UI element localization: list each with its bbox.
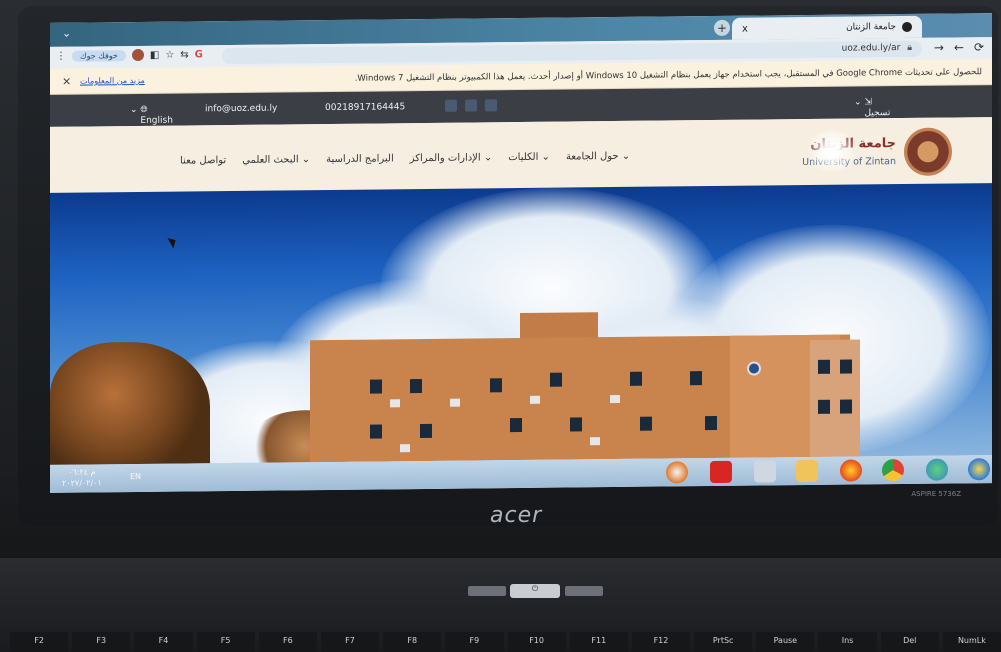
laptop-screen: ⌄ + جامعة الزنتان x ⋮ خوفك جوك ◧ ☆ ⇆ G u… bbox=[50, 13, 992, 493]
new-tab-button[interactable]: + bbox=[714, 19, 730, 36]
avatar[interactable] bbox=[131, 48, 144, 62]
social-icons bbox=[445, 99, 497, 112]
laptop-model: ASPIRE 5736Z bbox=[911, 490, 961, 498]
site-nav: جامعة الزنتان University of Zintan حول ا… bbox=[50, 117, 992, 193]
forward-button[interactable]: → bbox=[934, 41, 944, 55]
hero-image bbox=[50, 183, 992, 465]
ie-icon[interactable] bbox=[926, 458, 948, 481]
key-f10[interactable]: F10 bbox=[507, 632, 566, 652]
star-icon[interactable]: ☆ bbox=[165, 49, 174, 60]
translate-icon[interactable]: ⇆ bbox=[180, 49, 188, 60]
key-f4[interactable]: F4 bbox=[134, 632, 193, 652]
infobar-more-info-link[interactable]: مزيد من المعلومات bbox=[80, 76, 145, 86]
key-pause[interactable]: Pause bbox=[756, 632, 815, 652]
taskbar-language[interactable]: EN bbox=[130, 472, 141, 481]
paint-icon[interactable] bbox=[666, 461, 688, 484]
profile-button[interactable]: خوفك جوك bbox=[72, 49, 126, 62]
youtube-icon[interactable] bbox=[445, 99, 457, 112]
tree bbox=[50, 341, 210, 465]
login-link[interactable]: ⌄ تسجيل الدخول ⇲ bbox=[854, 97, 891, 128]
key-numlk[interactable]: NumLk bbox=[942, 632, 1001, 652]
key-del[interactable]: Del bbox=[880, 632, 939, 652]
infobar-message: للحصول على تحديثات Google Chrome في المس… bbox=[354, 67, 982, 84]
infobar-close-button[interactable]: × bbox=[62, 75, 71, 88]
main-menu: حول الجامعة ⌄ الكليات ⌄ الإدارات والمراك… bbox=[180, 151, 630, 167]
menu-item-about[interactable]: حول الجامعة ⌄ bbox=[566, 151, 630, 163]
menu-item-programs[interactable]: البرامج الدراسية bbox=[326, 153, 394, 165]
twitter-icon[interactable] bbox=[465, 99, 477, 112]
hotkey-button[interactable] bbox=[468, 586, 506, 596]
menu-item-colleges[interactable]: الكليات ⌄ bbox=[508, 152, 550, 163]
key-f5[interactable]: F5 bbox=[196, 632, 255, 652]
university-seal-icon bbox=[747, 361, 761, 376]
back-button[interactable]: ← bbox=[954, 40, 964, 54]
site-phone[interactable]: 00218917164445 bbox=[325, 102, 405, 113]
key-f6[interactable]: F6 bbox=[258, 632, 317, 652]
browser-tab[interactable]: جامعة الزنتان x bbox=[732, 15, 922, 40]
site-email[interactable]: info@uoz.edu.ly bbox=[205, 104, 277, 115]
function-keys: F2 F3 F4 F5 F6 F7 F8 F9 F10 F11 F12 PrtS… bbox=[0, 632, 1001, 652]
chrome-icon[interactable] bbox=[882, 458, 904, 482]
power-button[interactable]: ⏻ bbox=[510, 584, 560, 598]
start-orb-icon[interactable] bbox=[968, 458, 990, 481]
toolbar-left-icons: ⋮ خوفك جوك ◧ ☆ ⇆ G bbox=[56, 48, 203, 62]
nav-buttons: → ← ⟳ bbox=[934, 40, 984, 55]
key-f8[interactable]: F8 bbox=[383, 632, 442, 652]
tab-close-button[interactable]: x bbox=[742, 23, 748, 34]
university-logo[interactable] bbox=[904, 127, 952, 176]
taskbar-clock[interactable]: م ٠٦:٢٤ ٢٠٢٧/٠٢/٠١ bbox=[62, 466, 102, 488]
key-f9[interactable]: F9 bbox=[445, 632, 504, 652]
word-icon[interactable] bbox=[754, 460, 776, 483]
key-prtsc[interactable]: PrtSc bbox=[694, 632, 753, 652]
language-switch[interactable]: ⌄ English 🌐︎ bbox=[130, 105, 173, 126]
key-ins[interactable]: Ins bbox=[818, 632, 877, 652]
favicon-icon bbox=[902, 21, 912, 33]
lock-icon[interactable]: 🔒︎ bbox=[907, 43, 912, 53]
key-f12[interactable]: F12 bbox=[631, 632, 691, 652]
tab-title: جامعة الزنتان bbox=[846, 22, 896, 33]
acer-logo: acer bbox=[490, 503, 543, 528]
laptop: ⌄ + جامعة الزنتان x ⋮ خوفك جوك ◧ ☆ ⇆ G u… bbox=[0, 0, 1001, 652]
key-f3[interactable]: F3 bbox=[72, 632, 131, 652]
key-f2[interactable]: F2 bbox=[10, 632, 69, 652]
key-f7[interactable]: F7 bbox=[320, 632, 380, 652]
acrobat-icon[interactable] bbox=[710, 460, 732, 484]
hotkey-button[interactable] bbox=[565, 586, 603, 596]
firefox-icon[interactable] bbox=[840, 459, 862, 482]
facebook-icon[interactable] bbox=[485, 99, 497, 112]
menu-item-research[interactable]: البحث العلمي ⌄ bbox=[242, 154, 310, 166]
menu-item-contact[interactable]: تواصل معنا bbox=[180, 155, 226, 166]
google-icon[interactable]: G bbox=[195, 49, 203, 60]
key-f11[interactable]: F11 bbox=[569, 632, 628, 652]
sidepanel-icon[interactable]: ◧ bbox=[150, 49, 159, 60]
menu-kebab-icon[interactable]: ⋮ bbox=[56, 50, 66, 61]
mouse-cursor-icon bbox=[167, 234, 179, 249]
explorer-folder-icon[interactable] bbox=[796, 459, 818, 483]
building-tall-block bbox=[810, 339, 860, 460]
chevron-down-icon[interactable]: ⌄ bbox=[62, 27, 71, 40]
menu-item-departments[interactable]: الإدارات والمراكز ⌄ bbox=[410, 152, 493, 164]
url-text: uoz.edu.ly/ar bbox=[841, 43, 901, 54]
reload-button[interactable]: ⟳ bbox=[974, 40, 984, 54]
